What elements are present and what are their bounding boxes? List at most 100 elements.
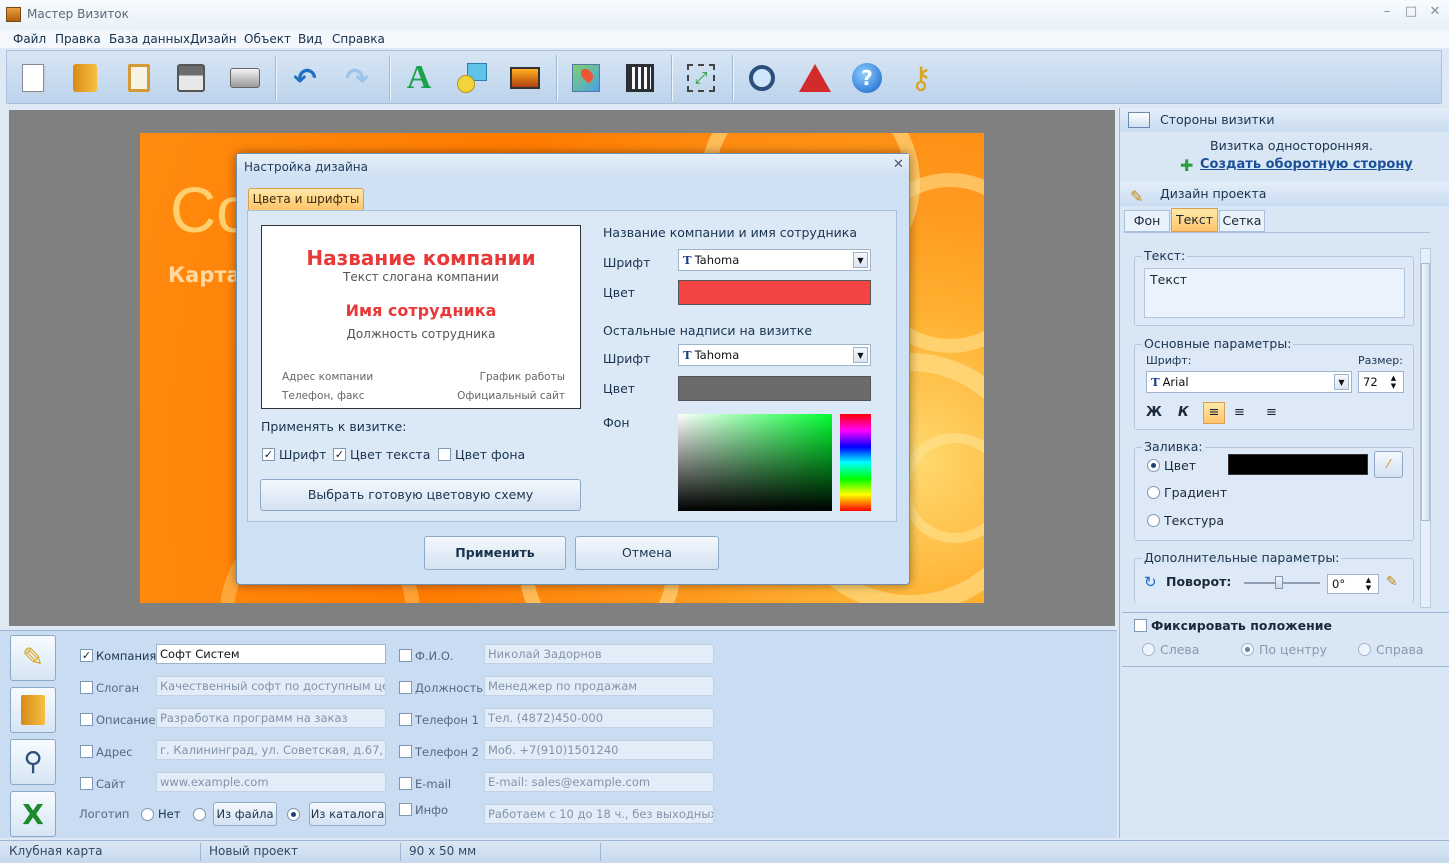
chevron-down-icon[interactable]: ▼ xyxy=(853,347,868,363)
position-field[interactable]: Менеджер по продажам xyxy=(484,676,714,696)
new-file-icon[interactable] xyxy=(11,56,55,100)
stepper-arrows-icon[interactable]: ▲ ▼ xyxy=(1361,576,1376,592)
tab-grid[interactable]: Сетка xyxy=(1219,210,1265,232)
menu-design[interactable]: Дизайн xyxy=(190,30,237,48)
info-checkbox[interactable] xyxy=(399,803,412,816)
fill-gradient-radio[interactable] xyxy=(1147,486,1160,499)
phone2-field[interactable]: Моб. +7(910)1501240 xyxy=(484,740,714,760)
home-icon[interactable] xyxy=(793,56,837,100)
tab-background[interactable]: Фон xyxy=(1124,210,1170,232)
chevron-down-icon[interactable]: ▼ xyxy=(1334,374,1349,390)
email-checkbox[interactable] xyxy=(399,777,412,790)
undo-icon[interactable]: ↶ xyxy=(283,56,327,100)
description-field[interactable]: Разработка программ на заказ xyxy=(156,708,386,728)
slogan-field[interactable]: Качественный софт по доступным ценам xyxy=(156,676,386,696)
excel-import-icon[interactable]: X xyxy=(10,791,56,837)
align-center-icon[interactable]: ≡ xyxy=(1234,405,1245,420)
color1-swatch[interactable] xyxy=(678,280,871,305)
position-checkbox[interactable] xyxy=(399,681,412,694)
brush-icon[interactable]: ✎ xyxy=(1386,574,1398,590)
align-right-icon[interactable]: ≡ xyxy=(1266,405,1277,420)
help-icon[interactable]: ? xyxy=(845,56,889,100)
fix-position-checkbox[interactable] xyxy=(1134,619,1147,632)
catalog-book-icon[interactable] xyxy=(10,687,56,733)
fill-texture-radio[interactable] xyxy=(1147,514,1160,527)
keys-icon[interactable]: ⚷ xyxy=(899,56,943,100)
logo-none-radio[interactable] xyxy=(141,808,154,821)
info-field[interactable]: Работаем с 10 до 18 ч., без выходных xyxy=(484,804,714,824)
menu-help[interactable]: Справка xyxy=(332,30,385,48)
logo-catalog-radio[interactable] xyxy=(287,808,300,821)
size-stepper[interactable]: 72 ▲ ▼ xyxy=(1358,371,1404,393)
scrollbar-thumb[interactable] xyxy=(1421,263,1430,521)
stepper-arrows-icon[interactable]: ▲ ▼ xyxy=(1386,374,1401,390)
open-folder-icon[interactable] xyxy=(63,56,107,100)
clipboard-icon[interactable] xyxy=(117,56,161,100)
menu-object[interactable]: Объект xyxy=(244,30,291,48)
color2-swatch[interactable] xyxy=(678,376,871,401)
eyedropper-icon[interactable]: ⁄ xyxy=(1374,451,1403,478)
apply-button[interactable]: Применить xyxy=(424,536,566,570)
create-back-side-link[interactable]: Создать оборотную сторону xyxy=(1200,157,1413,172)
rotation-stepper[interactable]: 0° ▲ ▼ xyxy=(1327,574,1379,594)
menu-file[interactable]: Файл xyxy=(13,30,46,48)
address-field[interactable]: г. Калининград, ул. Советская, д.67, оф.… xyxy=(156,740,386,760)
address-checkbox[interactable] xyxy=(80,745,93,758)
color-picker-field[interactable] xyxy=(678,414,832,511)
font1-select[interactable]: T Tahoma ▼ xyxy=(678,249,871,271)
apply-font-checkbox[interactable]: ✓ xyxy=(262,448,275,461)
slogan-checkbox[interactable] xyxy=(80,681,93,694)
maximize-button[interactable]: □ xyxy=(1400,4,1422,24)
save-icon[interactable] xyxy=(169,56,213,100)
text-input[interactable]: Текст xyxy=(1144,268,1405,318)
redo-icon[interactable]: ↷ xyxy=(335,56,379,100)
choose-color-scheme-button[interactable]: Выбрать готовую цветовую схему xyxy=(260,479,581,511)
print-icon[interactable] xyxy=(223,56,267,100)
card-slogan-text[interactable]: Карта xyxy=(168,263,241,287)
phone1-field[interactable]: Тел. (4872)450-000 xyxy=(484,708,714,728)
description-checkbox[interactable] xyxy=(80,713,93,726)
align-left-icon[interactable]: ≡ xyxy=(1203,402,1225,424)
fullname-field[interactable]: Николай Задорнов xyxy=(484,644,714,664)
map-tool-icon[interactable] xyxy=(564,56,608,100)
align-right-radio[interactable] xyxy=(1358,643,1371,656)
bold-button[interactable]: Ж xyxy=(1146,405,1162,420)
logo-from-catalog-button[interactable]: Из каталога xyxy=(309,802,386,826)
phone2-checkbox[interactable] xyxy=(399,745,412,758)
menu-view[interactable]: Вид xyxy=(298,30,322,48)
phone1-checkbox[interactable] xyxy=(399,713,412,726)
fill-color-radio[interactable] xyxy=(1147,459,1160,472)
tab-text[interactable]: Текст xyxy=(1171,208,1218,232)
logo-file-radio[interactable] xyxy=(193,808,206,821)
edit-card-icon[interactable]: ✎ xyxy=(10,635,56,681)
search-contacts-icon[interactable]: ⚲ xyxy=(10,739,56,785)
fullname-checkbox[interactable] xyxy=(399,649,412,662)
preview-icon[interactable] xyxy=(740,56,784,100)
rotation-slider-thumb[interactable] xyxy=(1275,576,1283,589)
minimize-button[interactable]: – xyxy=(1376,4,1398,24)
company-field[interactable]: Софт Систем xyxy=(156,644,386,664)
fill-color-swatch[interactable] xyxy=(1228,454,1368,475)
align-center-radio[interactable] xyxy=(1241,643,1254,656)
cancel-button[interactable]: Отмена xyxy=(575,536,719,570)
site-checkbox[interactable] xyxy=(80,777,93,790)
close-icon[interactable]: ✕ xyxy=(893,157,904,172)
fit-view-icon[interactable]: ⤢ xyxy=(679,56,723,100)
align-left-radio[interactable] xyxy=(1142,643,1155,656)
font-select[interactable]: T Arial ▼ xyxy=(1146,371,1352,393)
font2-select[interactable]: T Tahoma ▼ xyxy=(678,344,871,366)
chevron-down-icon[interactable]: ▼ xyxy=(853,252,868,268)
site-field[interactable]: www.example.com xyxy=(156,772,386,792)
image-tool-icon[interactable] xyxy=(503,56,547,100)
apply-bg-color-checkbox[interactable] xyxy=(438,448,451,461)
qr-code-icon[interactable] xyxy=(618,56,662,100)
italic-button[interactable]: К xyxy=(1178,405,1189,420)
tab-colors-fonts[interactable]: Цвета и шрифты xyxy=(248,188,364,210)
menu-edit[interactable]: Правка xyxy=(55,30,101,48)
apply-text-color-checkbox[interactable]: ✓ xyxy=(333,448,346,461)
hue-slider[interactable] xyxy=(840,414,871,511)
shapes-tool-icon[interactable] xyxy=(451,56,495,100)
menu-database[interactable]: База данных xyxy=(109,30,190,48)
close-button[interactable]: ✕ xyxy=(1424,4,1446,24)
logo-from-file-button[interactable]: Из файла xyxy=(213,802,277,826)
